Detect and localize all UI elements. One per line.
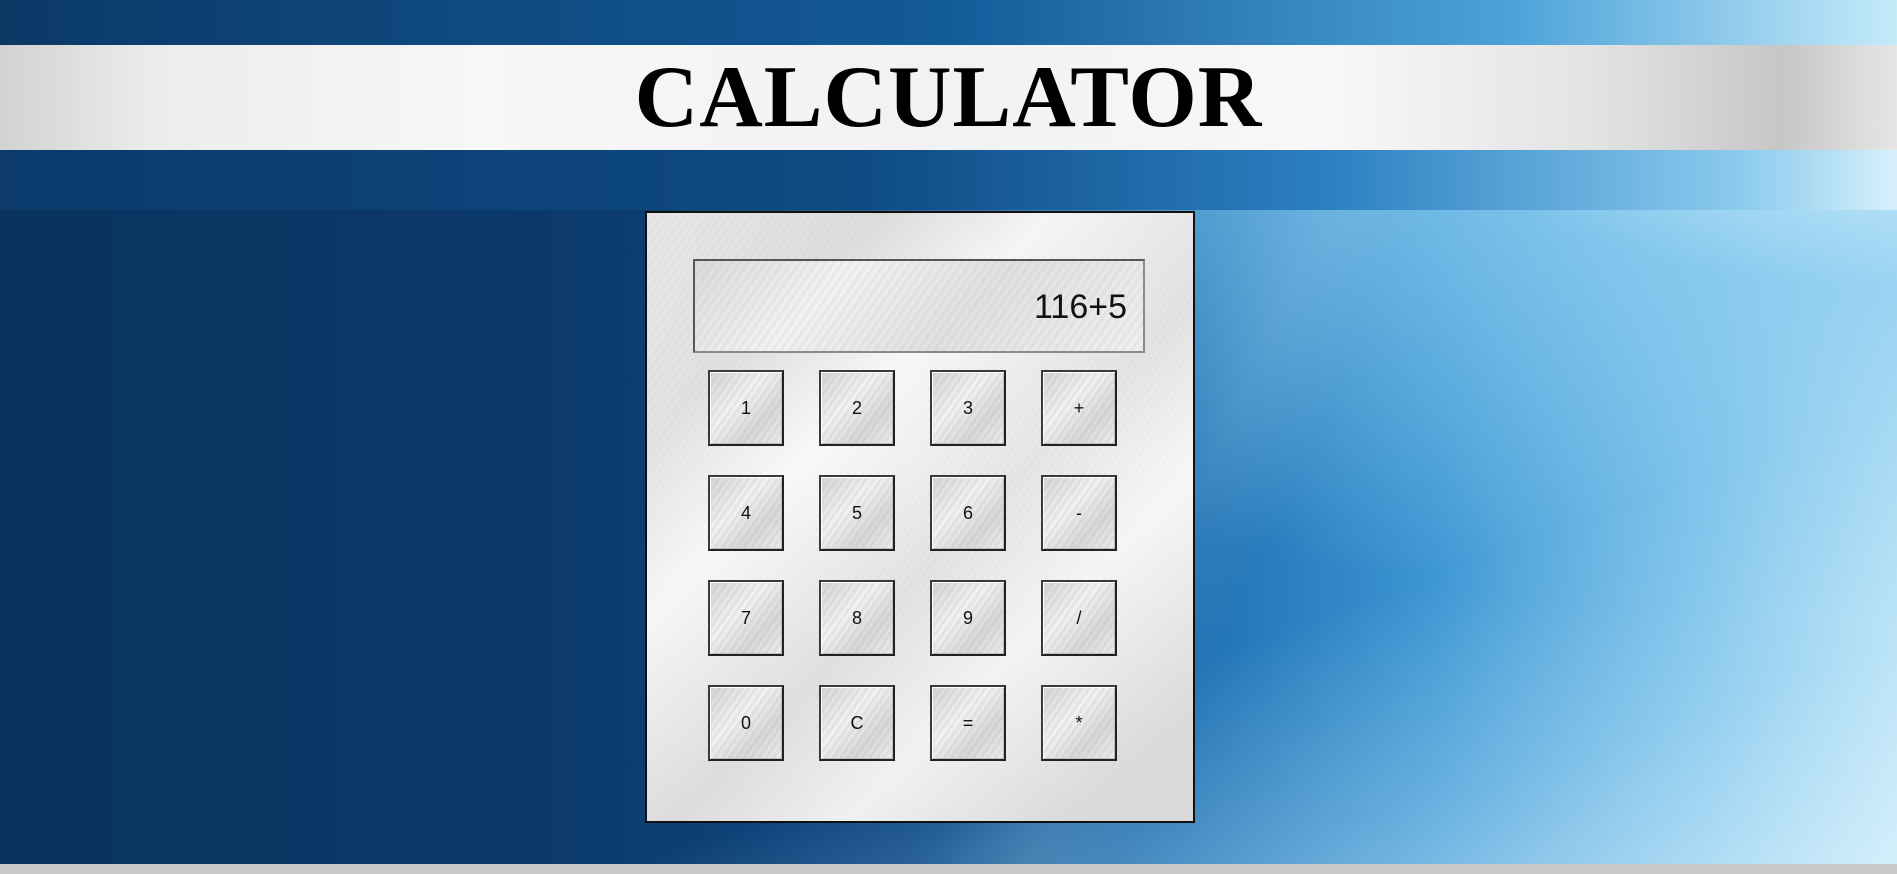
key-5[interactable]: 5 — [819, 475, 895, 551]
key-6[interactable]: 6 — [930, 475, 1006, 551]
key-8[interactable]: 8 — [819, 580, 895, 656]
horizontal-scrollbar[interactable] — [0, 864, 1897, 874]
key-4[interactable]: 4 — [708, 475, 784, 551]
header-banner: CALCULATOR — [0, 45, 1897, 150]
key-3[interactable]: 3 — [930, 370, 1006, 446]
key-0[interactable]: 0 — [708, 685, 784, 761]
calculator-panel: 116+5 1 2 3 + 4 5 6 - 7 8 9 / 0 C = * — [645, 211, 1195, 823]
key-2[interactable]: 2 — [819, 370, 895, 446]
page-title: CALCULATOR — [634, 48, 1263, 146]
background-top-strip — [0, 0, 1897, 45]
background-mid-band — [0, 150, 1897, 210]
key-add[interactable]: + — [1041, 370, 1117, 446]
key-divide[interactable]: / — [1041, 580, 1117, 656]
key-equals[interactable]: = — [930, 685, 1006, 761]
key-clear[interactable]: C — [819, 685, 895, 761]
key-7[interactable]: 7 — [708, 580, 784, 656]
key-9[interactable]: 9 — [930, 580, 1006, 656]
calculator-display: 116+5 — [693, 259, 1145, 353]
display-value: 116+5 — [1034, 287, 1127, 326]
key-1[interactable]: 1 — [708, 370, 784, 446]
key-subtract[interactable]: - — [1041, 475, 1117, 551]
key-multiply[interactable]: * — [1041, 685, 1117, 761]
